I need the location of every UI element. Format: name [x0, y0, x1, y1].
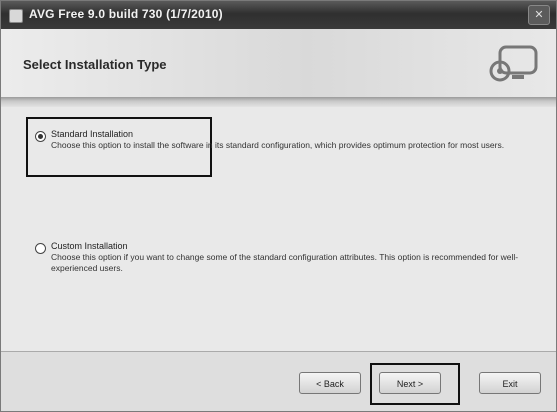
exit-button[interactable]: Exit: [479, 372, 541, 394]
close-icon[interactable]: ✕: [528, 5, 550, 25]
standard-installation-description: Choose this option to install the softwa…: [51, 140, 505, 150]
custom-installation-description: Choose this option if you want to change…: [51, 252, 519, 273]
page-title: Select Installation Type: [23, 57, 167, 72]
next-button[interactable]: Next >: [379, 372, 441, 394]
app-icon: [9, 9, 23, 23]
monitor-icon: [489, 45, 538, 82]
title-controls: ✕: [528, 5, 550, 25]
option-standard-installation[interactable]: Standard Installation Choose this option…: [35, 129, 535, 169]
standard-installation-radio[interactable]: [35, 131, 46, 142]
window-title: AVG Free 9.0 build 730 (1/7/2010): [29, 7, 223, 21]
header-panel: Select Installation Type: [1, 29, 556, 97]
option-custom-installation[interactable]: Custom Installation Choose this option i…: [35, 241, 535, 281]
installer-window: AVG Free 9.0 build 730 (1/7/2010) ✕ Sele…: [0, 0, 557, 412]
custom-installation-radio[interactable]: [35, 243, 46, 254]
custom-installation-label[interactable]: Custom Installation: [51, 241, 128, 251]
back-button[interactable]: < Back: [299, 372, 361, 394]
header-divider: [1, 97, 556, 107]
title-bar[interactable]: AVG Free 9.0 build 730 (1/7/2010) ✕: [1, 1, 556, 29]
standard-installation-label[interactable]: Standard Installation: [51, 129, 133, 139]
options-panel: Standard Installation Choose this option…: [1, 107, 556, 351]
button-bar: < Back Next > Exit: [1, 352, 556, 411]
